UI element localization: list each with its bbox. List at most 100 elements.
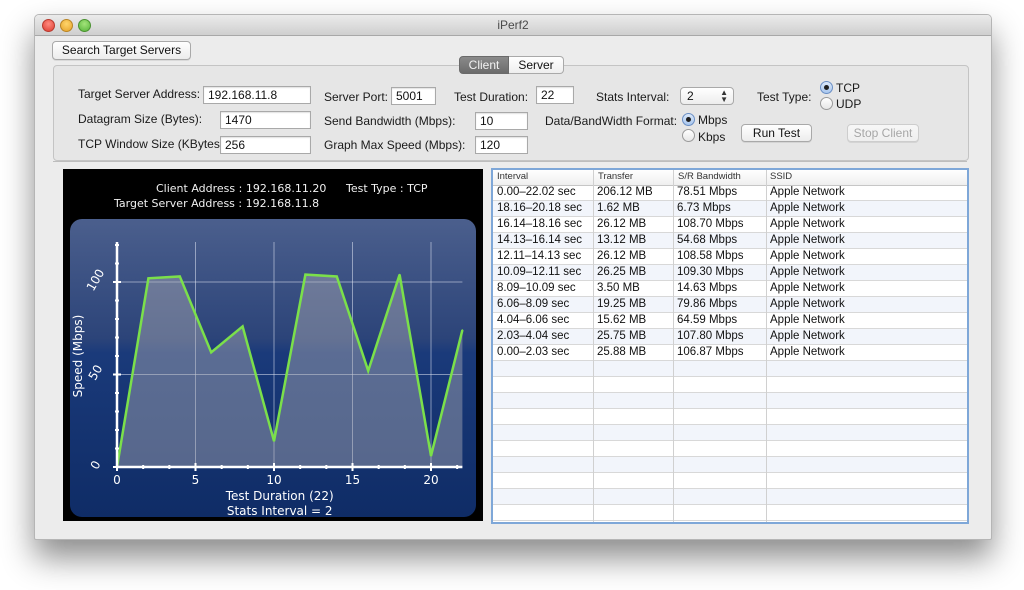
table-cell-bandwidth: 54.68 Mbps [677,234,738,246]
table-row[interactable] [493,361,967,377]
column-header-interval[interactable]: Interval [497,171,528,182]
table-row[interactable]: 8.09–10.09 sec 3.50 MB 14.63 Mbps Apple Net… [493,281,967,297]
table-cell-bandwidth: 78.51 Mbps [677,186,738,198]
table-cell-interval: 16.14–18.16 sec [497,218,583,230]
tab-server[interactable]: Server [509,56,564,74]
speed-area-fill [117,274,463,467]
speed-chart-panel: Client Address : 192.168.11.20 Test Type… [63,169,483,521]
column-header-ssid[interactable]: SSID [770,171,792,182]
tcp-window-size-label: TCP Window Size (KBytes): [78,137,228,151]
table-cell-interval: 6.06–8.09 sec [497,298,570,310]
server-port-field[interactable]: 5001 [391,87,436,105]
divider [53,161,967,162]
table-row[interactable]: 10.09–12.11 sec 26.25 MB 109.30 Mbps Apple … [493,265,967,281]
table-row[interactable]: 0.00–2.03 sec 25.88 MB 106.87 Mbps Apple Ne… [493,345,967,361]
speed-chart: 0 5 10 15 20 0 50 100 Test Duration (22)Stats In… [71,242,464,517]
column-header-transfer[interactable]: Transfer [598,171,633,182]
graph-max-speed-field[interactable]: 120 [475,136,528,154]
run-test-button[interactable]: Run Test [741,124,812,142]
table-cell-interval: 4.04–6.06 sec [497,314,570,326]
data-point [304,273,307,276]
format-mbps-radio[interactable] [682,113,695,126]
test-duration-field[interactable]: 22 [536,86,574,104]
y-tick-label: 0 [88,458,104,472]
test-type-tcp-radio[interactable] [820,81,833,94]
test-duration-label: Test Duration: [454,90,529,104]
send-bandwidth-field[interactable]: 10 [475,112,528,130]
table-row[interactable] [493,457,967,473]
target-server-text: Target Server Address : 192.168.11.8 [114,197,320,210]
table-row[interactable] [493,425,967,441]
table-cell-ssid: Apple Network [770,282,845,294]
tab-client[interactable]: Client [459,56,509,74]
table-row[interactable] [493,409,967,425]
send-bandwidth-label: Send Bandwidth (Mbps): [324,114,456,128]
window-title: iPerf2 [497,18,529,32]
results-table[interactable]: Interval Transfer S/R Bandwidth SSID 0.0… [491,168,969,524]
stats-interval-select[interactable]: 2 ▲ ▼ [680,87,734,105]
datagram-size-field[interactable]: 1470 [220,111,311,129]
column-divider [766,170,767,522]
graph-max-speed-label: Graph Max Speed (Mbps): [324,138,466,152]
table-cell-interval: 0.00–2.03 sec [497,346,570,358]
table-row[interactable] [493,489,967,505]
table-row[interactable] [493,393,967,409]
table-cell-bandwidth: 64.59 Mbps [677,314,738,326]
table-row[interactable]: 14.13–16.14 sec 13.12 MB 54.68 Mbps Apple N… [493,233,967,249]
table-cell-transfer: 26.12 MB [597,218,647,230]
format-kbps-label: Kbps [698,130,726,144]
table-row[interactable] [493,505,967,521]
x-tick-label: 5 [192,473,200,487]
column-divider [593,170,594,522]
table-cell-interval: 8.09–10.09 sec [497,282,576,294]
table-cell-transfer: 26.12 MB [597,250,647,262]
table-cell-transfer: 1.62 MB [597,202,640,214]
data-point [273,440,275,442]
stepper-arrows-icon: ▲ ▼ [720,88,728,104]
target-server-address-field[interactable]: 192.168.11.8 [203,86,311,104]
table-row[interactable]: 18.16–20.18 sec 1.62 MB 6.73 Mbps Apple Net… [493,201,967,217]
x-tick-label: 10 [266,473,281,487]
table-cell-bandwidth: 14.63 Mbps [677,282,738,294]
table-row[interactable] [493,377,967,393]
table-row[interactable]: 16.14–18.16 sec 26.12 MB 108.70 Mbps Apple … [493,217,967,233]
search-target-servers-button[interactable]: Search Target Servers [52,41,191,60]
stats-interval-label: Stats Interval = 2 [227,504,333,517]
table-cell-transfer: 19.25 MB [597,298,647,310]
table-row[interactable]: 0.00–22.02 sec 206.12 MB 78.51 Mbps Apple N… [493,185,967,201]
column-divider [673,170,674,522]
table-cell-transfer: 15.62 MB [597,314,647,326]
table-row[interactable]: 6.06–8.09 sec 19.25 MB 79.86 Mbps Apple Net… [493,297,967,313]
table-row[interactable]: 2.03–4.04 sec 25.75 MB 107.80 Mbps Apple Ne… [493,329,967,345]
table-cell-transfer: 26.25 MB [597,266,647,278]
table-cell-bandwidth: 108.70 Mbps [677,218,744,230]
table-row[interactable]: 4.04–6.06 sec 15.62 MB 64.59 Mbps Apple Net… [493,313,967,329]
title-bar: iPerf2 [35,15,991,36]
data-point [147,277,150,280]
table-cell-bandwidth: 106.87 Mbps [677,346,744,358]
tcp-window-size-field[interactable]: 256 [220,136,311,154]
table-cell-ssid: Apple Network [770,330,845,342]
table-cell-bandwidth: 108.58 Mbps [677,250,744,262]
table-cell-ssid: Apple Network [770,298,845,310]
table-cell-transfer: 25.75 MB [597,330,647,342]
test-type-label: Test Type: [757,90,812,104]
table-row[interactable] [493,473,967,489]
data-point [367,370,370,372]
client-address-text: Client Address : 192.168.11.20 [156,182,327,195]
column-header-bandwidth[interactable]: S/R Bandwidth [678,171,741,182]
y-tick-label: 50 [86,362,106,382]
x-tick-label: 0 [113,473,121,487]
table-cell-ssid: Apple Network [770,202,845,214]
data-point [461,329,464,331]
test-type-udp-radio[interactable] [820,97,833,110]
table-cell-transfer: 25.88 MB [597,346,647,358]
y-axis-label: Speed (Mbps) [71,315,85,398]
table-row[interactable] [493,441,967,457]
data-point [241,325,244,328]
stop-client-button[interactable]: Stop Client [847,124,919,142]
x-axis-label: Test Duration (22) [225,489,334,503]
table-row[interactable]: 12.11–14.13 sec 26.12 MB 108.58 Mbps Apple … [493,249,967,265]
format-kbps-radio[interactable] [682,129,695,142]
table-cell-ssid: Apple Network [770,234,845,246]
